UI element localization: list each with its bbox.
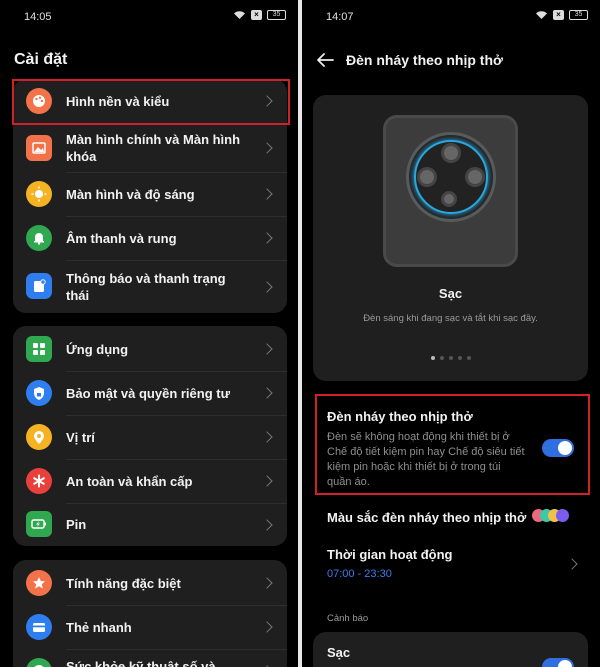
- wifi-icon: [536, 11, 547, 19]
- section-header-alerts: Cảnh báo: [327, 613, 369, 624]
- settings-item-label: Ứng dụng: [66, 342, 129, 357]
- page-dot[interactable]: [457, 356, 462, 360]
- notification-icon: [26, 273, 52, 299]
- active-time-option[interactable]: Thời gian hoạt động: [327, 547, 453, 562]
- chevron-right-icon: [261, 621, 273, 633]
- settings-item-label: Sức khỏe kỹ thuật số và: [66, 659, 216, 667]
- settings-group-extras: Tính năng đặc biệt Thẻ nhanh Sức khỏe kỹ…: [13, 560, 287, 667]
- battery-indicator: 35: [569, 10, 588, 20]
- settings-item-label: Thông báo và thanh trạng thái: [66, 271, 226, 303]
- color-swatch: [556, 509, 569, 522]
- chevron-right-icon: [261, 519, 273, 531]
- settings-item-label: Pin: [66, 517, 87, 532]
- chevron-right-icon: [261, 232, 273, 244]
- chevron-right-icon: [261, 577, 273, 589]
- preview-card[interactable]: Sạc Đèn sáng khi đang sạc và tắt khi sạc…: [313, 95, 588, 381]
- color-swatches[interactable]: [532, 509, 574, 523]
- asterisk-icon: [26, 468, 52, 494]
- alerts-group: Sạc: [313, 632, 588, 667]
- charging-alert-toggle[interactable]: [542, 658, 574, 667]
- shield-lock-icon: [26, 380, 52, 406]
- page-dot[interactable]: [430, 356, 435, 360]
- camera-lens: [441, 143, 461, 163]
- page-dot[interactable]: [448, 356, 453, 360]
- card-icon: [26, 614, 52, 640]
- status-time: 14:07: [326, 11, 354, 23]
- chevron-right-icon: [566, 558, 578, 570]
- settings-item-notifications[interactable]: Thông báo và thanh trạng thái: [13, 261, 287, 313]
- settings-item-label: Bảo mật và quyền riêng tư: [66, 386, 231, 401]
- camera-lens: [417, 167, 437, 187]
- settings-item-security-privacy[interactable]: Bảo mật và quyền riêng tư: [13, 372, 287, 415]
- settings-item-label: Màn hình và độ sáng: [66, 187, 195, 202]
- status-icons: × 35: [535, 10, 588, 20]
- settings-item-label: Thẻ nhanh: [66, 620, 132, 635]
- highlight-box: [12, 79, 290, 125]
- page-dot[interactable]: [466, 356, 471, 360]
- settings-item-special-features[interactable]: Tính năng đặc biệt: [13, 560, 287, 605]
- settings-item-label: Tính năng đặc biệt: [66, 576, 181, 591]
- sun-icon: [26, 181, 52, 207]
- camera-lens: [465, 167, 485, 187]
- settings-item-apps[interactable]: Ứng dụng: [13, 326, 287, 370]
- status-icons: × 35: [233, 10, 286, 20]
- phone-illustration: [383, 115, 518, 267]
- chevron-right-icon: [261, 475, 273, 487]
- battery-icon: [26, 511, 52, 537]
- light-color-option[interactable]: Màu sắc đèn nháy theo nhịp thở: [327, 510, 526, 525]
- camera-lens: [441, 191, 457, 207]
- settings-group-system: Ứng dụng Bảo mật và quyền riêng tư Vị tr…: [13, 326, 287, 546]
- camera-module: [406, 132, 496, 222]
- settings-screen: 14:05 × 35 Cài đặt Hình nền và kiểu Màn …: [0, 0, 298, 667]
- battery-indicator: 35: [267, 10, 286, 20]
- settings-item-safety-emergency[interactable]: An toàn và khẩn cấp: [13, 460, 287, 503]
- settings-item-digital-wellbeing[interactable]: Sức khỏe kỹ thuật số và: [13, 650, 287, 667]
- chevron-right-icon: [261, 387, 273, 399]
- status-bar: 14:05 × 35: [0, 0, 298, 34]
- settings-item-label: Vị trí: [66, 430, 95, 445]
- chevron-right-icon: [261, 431, 273, 443]
- star-icon: [26, 570, 52, 596]
- back-arrow-icon[interactable]: [316, 52, 334, 68]
- wifi-icon: [234, 11, 245, 19]
- chevron-right-icon: [261, 142, 273, 154]
- preview-title: Sạc: [438, 286, 463, 301]
- active-time-value: 07:00 - 23:30: [327, 568, 392, 580]
- health-icon: [26, 658, 52, 667]
- apps-icon: [26, 336, 52, 362]
- settings-item-quick-cards[interactable]: Thẻ nhanh: [13, 606, 287, 649]
- settings-item-label: Màn hình chính và Màn hình khóa: [66, 132, 241, 164]
- status-bar: 14:07 × 35: [302, 0, 600, 34]
- page-title: Cài đặt: [14, 51, 68, 68]
- location-pin-icon: [26, 424, 52, 450]
- settings-item-location[interactable]: Vị trí: [13, 416, 287, 459]
- charging-alert-label: Sạc: [327, 645, 351, 660]
- chevron-right-icon: [261, 281, 273, 293]
- page-dot[interactable]: [439, 356, 444, 360]
- breathing-light-screen: 14:07 × 35 Đèn nháy theo nhịp thở Sạc Đè…: [302, 0, 600, 667]
- sim-off-icon: ×: [251, 10, 262, 20]
- chevron-right-icon: [261, 343, 273, 355]
- chevron-right-icon: [261, 188, 273, 200]
- page-indicator: [313, 356, 588, 360]
- preview-description: Đèn sáng khi đang sạc và tắt khi sạc đầy…: [363, 313, 538, 324]
- bell-icon: [26, 225, 52, 251]
- highlight-box: [315, 394, 590, 495]
- settings-item-label: Âm thanh và rung: [66, 231, 177, 246]
- settings-item-display-brightness[interactable]: Màn hình và độ sáng: [13, 173, 287, 216]
- status-time: 14:05: [24, 11, 52, 23]
- settings-item-label: An toàn và khẩn cấp: [66, 474, 193, 489]
- settings-item-sound-vibration[interactable]: Âm thanh và rung: [13, 217, 287, 260]
- page-title: Đèn nháy theo nhịp thở: [346, 52, 503, 68]
- settings-item-battery[interactable]: Pin: [13, 504, 287, 546]
- sim-off-icon: ×: [553, 10, 564, 20]
- picture-icon: [26, 135, 52, 161]
- settings-item-home-lock-screen[interactable]: Màn hình chính và Màn hình khóa: [13, 124, 287, 172]
